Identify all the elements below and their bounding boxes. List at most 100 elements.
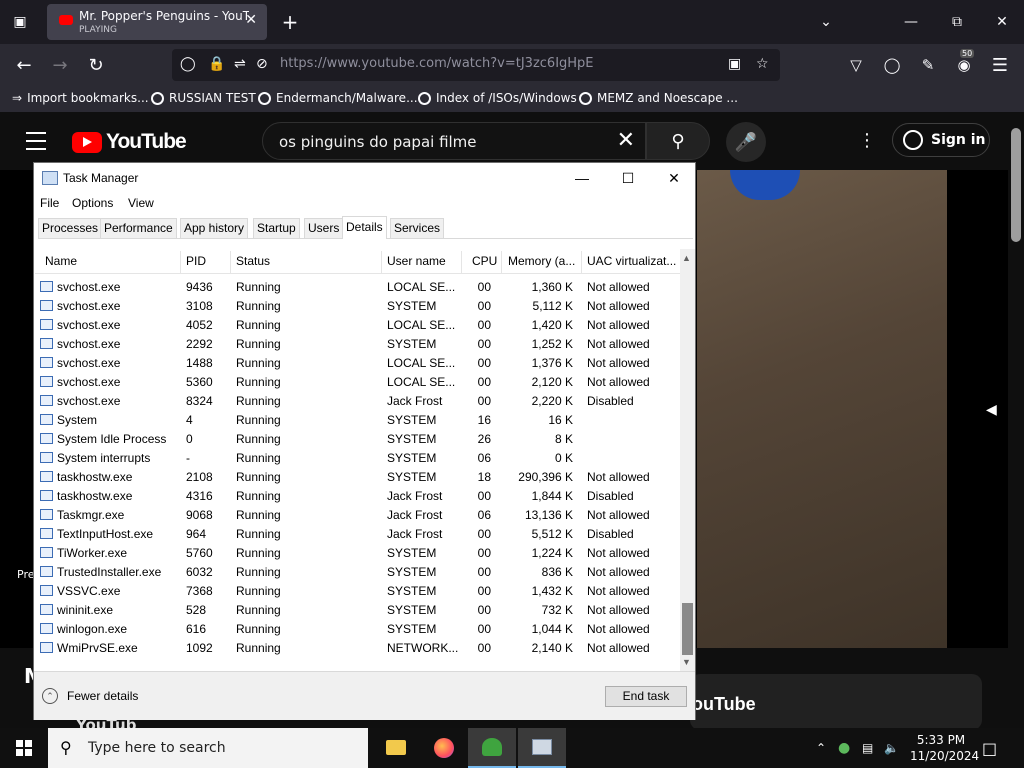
clock[interactable]: 5:33 PM 11/20/2024	[910, 732, 979, 764]
tab-performance[interactable]: Performance	[100, 218, 177, 238]
page-scrollbar[interactable]	[1008, 128, 1024, 728]
taskbar-search-input[interactable]: ⚲ Type here to search	[48, 728, 368, 768]
tab-details[interactable]: Details	[342, 216, 387, 239]
scrollbar-thumb[interactable]	[1011, 128, 1021, 242]
more-options-icon[interactable]: ⋮	[858, 130, 876, 151]
end-task-button[interactable]: End task	[605, 686, 687, 707]
lock-icon[interactable]: 🔒	[208, 56, 225, 72]
close-tab-icon[interactable]: ✕	[245, 12, 257, 28]
extensions-icon[interactable]: ✎	[916, 53, 940, 77]
col-pid[interactable]: PID	[186, 254, 206, 268]
browser-tab-youtube[interactable]: Mr. Popper's Penguins - YouTube PLAYING …	[47, 4, 267, 40]
col-uac[interactable]: UAC virtualizat...	[587, 254, 676, 268]
table-row[interactable]: svchost.exe 5360 Running LOCAL SE... 00 2,120…	[35, 372, 681, 391]
tab-app-history[interactable]: App history	[180, 218, 249, 238]
bookmark-endermanch[interactable]: Endermanch/Malware...	[258, 91, 418, 105]
scroll-up-icon[interactable]: ▲	[682, 253, 691, 263]
picture-in-picture-icon[interactable]: ▣	[728, 56, 741, 72]
col-status[interactable]: Status	[236, 254, 270, 268]
chevron-left-icon[interactable]: ◀	[986, 402, 997, 418]
bookmark-star-icon[interactable]: ☆	[756, 56, 769, 72]
menu-view[interactable]: View	[128, 196, 154, 210]
table-row[interactable]: svchost.exe 4052 Running LOCAL SE... 00 1,420…	[35, 315, 681, 334]
table-scrollbar-thumb[interactable]	[682, 603, 693, 655]
autoplay-blocked-icon[interactable]: ⊘	[256, 56, 268, 72]
user-tray-icon[interactable]: ●	[838, 728, 850, 768]
minimize-icon[interactable]: —	[559, 163, 605, 193]
close-icon[interactable]: ✕	[651, 163, 697, 193]
close-window-icon[interactable]: ✕	[980, 0, 1024, 44]
table-row[interactable]: svchost.exe 9436 Running LOCAL SE... 00 1,360…	[35, 277, 681, 296]
forward-icon[interactable]: →	[48, 53, 72, 77]
task-manager-taskbar-icon[interactable]	[518, 728, 566, 768]
notifications-icon[interactable]: □	[982, 728, 997, 768]
table-row[interactable]: TiWorker.exe 5760 Running SYSTEM 00 1,224 K No…	[35, 543, 681, 562]
account-icon[interactable]: ◯	[880, 53, 904, 77]
sign-in-button[interactable]: Sign in	[892, 123, 990, 157]
table-row[interactable]: wininit.exe 528 Running SYSTEM 00 732 K Not al…	[35, 600, 681, 619]
bookmark-isos[interactable]: Index of /ISOs/Windows	[418, 91, 577, 105]
table-row[interactable]: taskhostw.exe 2108 Running SYSTEM 18 290,396 …	[35, 467, 681, 486]
table-row[interactable]: Taskmgr.exe 9068 Running Jack Frost 06 13,136…	[35, 505, 681, 524]
minimize-window-icon[interactable]: —	[888, 0, 934, 44]
table-row[interactable]: svchost.exe 8324 Running Jack Frost 00 2,220 …	[35, 391, 681, 410]
col-name[interactable]: Name	[45, 254, 77, 268]
table-scrollbar[interactable]: ▲ ▼	[680, 249, 695, 671]
table-row[interactable]: TextInputHost.exe 964 Running Jack Frost 00 5…	[35, 524, 681, 543]
youtube-menu-icon[interactable]	[26, 132, 46, 150]
url-text[interactable]: https://www.youtube.com/watch?v=tJ3zc6Ig…	[280, 56, 594, 71]
col-cpu[interactable]: CPU	[472, 254, 497, 268]
users-app-icon[interactable]	[468, 728, 516, 768]
col-memory[interactable]: Memory (a...	[508, 254, 575, 268]
pocket-icon[interactable]: ▽	[844, 53, 868, 77]
tab-processes[interactable]: Processes	[38, 218, 103, 238]
tab-list-icon[interactable]: ▣	[8, 0, 32, 44]
firefox-icon[interactable]	[420, 728, 468, 768]
restore-window-icon[interactable]: ⧉	[934, 0, 980, 44]
reload-icon[interactable]: ↻	[84, 53, 108, 77]
menu-options[interactable]: Options	[72, 196, 113, 210]
col-user-name[interactable]: User name	[387, 254, 446, 268]
bookmark-memz[interactable]: MEMZ and Noescape ...	[579, 91, 738, 105]
fewer-details-link[interactable]: Fewer details	[67, 689, 138, 703]
network-icon[interactable]: ▤	[862, 728, 873, 768]
table-row[interactable]: VSSVC.exe 7368 Running SYSTEM 00 1,432 K Not a…	[35, 581, 681, 600]
tab-users[interactable]: Users	[304, 218, 344, 238]
fewer-details-icon[interactable]: ⌃	[42, 688, 58, 704]
youtube-search-input[interactable]: os pinguins do papai filme ✕	[262, 122, 646, 160]
table-row[interactable]: System Idle Process 0 Running SYSTEM 26 8 K	[35, 429, 681, 448]
addon-icon[interactable]: ◉ 50	[952, 49, 976, 77]
start-button[interactable]	[0, 728, 48, 768]
back-icon[interactable]: ←	[12, 53, 36, 77]
file-explorer-icon[interactable]	[372, 728, 420, 768]
table-row[interactable]: System interrupts - Running SYSTEM 06 0 K	[35, 448, 681, 467]
volume-icon[interactable]: 🔈	[884, 728, 899, 768]
maximize-icon[interactable]: ☐	[605, 163, 651, 193]
table-row[interactable]: svchost.exe 1488 Running LOCAL SE... 00 1,376…	[35, 353, 681, 372]
shield-icon[interactable]: ◯	[180, 56, 196, 72]
table-row[interactable]: svchost.exe 3108 Running SYSTEM 00 5,112 K Not…	[35, 296, 681, 315]
table-row[interactable]: WmiPrvSE.exe 1092 Running NETWORK... 00 2,140…	[35, 638, 681, 657]
bookmark-import[interactable]: ⇒ Import bookmarks...	[12, 91, 149, 105]
table-row[interactable]: System 4 Running SYSTEM 16 16 K	[35, 410, 681, 429]
youtube-banner[interactable]: ouTube	[690, 674, 982, 730]
youtube-logo[interactable]: YouTube	[72, 130, 187, 154]
table-row[interactable]: winlogon.exe 616 Running SYSTEM 00 1,044 K Not…	[35, 619, 681, 638]
microphone-icon[interactable]: 🎤	[726, 122, 766, 162]
table-row[interactable]: taskhostw.exe 4316 Running Jack Frost 00 1,84…	[35, 486, 681, 505]
chevron-down-icon[interactable]: ⌄	[812, 0, 840, 44]
tab-services[interactable]: Services	[390, 218, 445, 238]
bookmark-russian-test[interactable]: RUSSIAN TEST	[151, 91, 256, 105]
show-hidden-icons[interactable]: ⌃	[816, 728, 826, 768]
scroll-down-icon[interactable]: ▼	[682, 657, 691, 667]
menu-hamburger-icon[interactable]: ☰	[988, 53, 1012, 77]
table-row[interactable]: svchost.exe 2292 Running SYSTEM 00 1,252 K Not…	[35, 334, 681, 353]
new-tab-icon[interactable]: +	[278, 0, 302, 44]
table-row[interactable]: TrustedInstaller.exe 6032 Running SYSTEM 00 8…	[35, 562, 681, 581]
permissions-icon[interactable]: ⇌	[234, 56, 246, 72]
search-icon[interactable]: ⚲	[646, 122, 710, 160]
url-bar[interactable]: ◯ 🔒 ⇌ ⊘ https://www.youtube.com/watch?v=…	[172, 49, 780, 81]
clear-search-icon[interactable]: ✕	[617, 128, 635, 153]
menu-file[interactable]: File	[40, 196, 59, 210]
tab-startup[interactable]: Startup	[253, 218, 300, 238]
